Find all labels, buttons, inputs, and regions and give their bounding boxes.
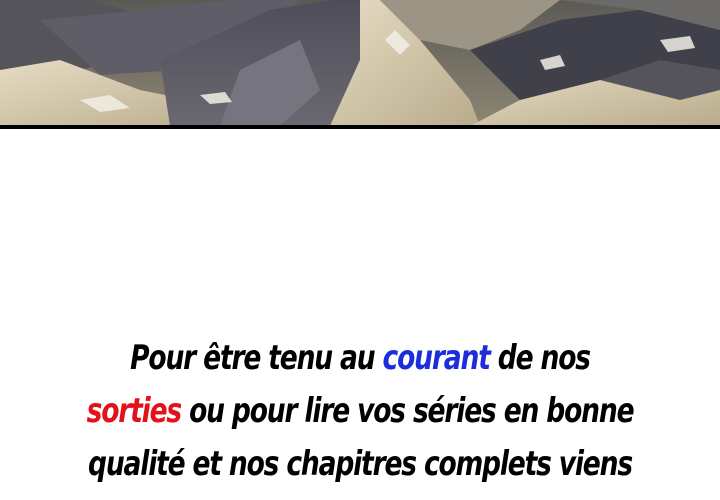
- promo-line-3: qualité et nos chapitres complets viens: [88, 444, 633, 484]
- manga-panel-illustration: [0, 0, 720, 126]
- promo-line-1: Pour être tenu au courant de nos: [79, 332, 641, 385]
- promo-line-2: sorties ou pour lire vos séries en bonne: [79, 385, 641, 438]
- highlight-sorties: sorties: [86, 391, 183, 431]
- promo-text-block: Pour être tenu au courant de nos sorties…: [0, 332, 720, 491]
- highlight-courant: courant: [382, 338, 491, 378]
- promo-line-1-start: Pour être tenu au: [130, 338, 376, 378]
- promo-line-2-end: ou pour lire vos séries en bonne: [189, 391, 634, 431]
- mountain-landscape-icon: [0, 0, 720, 126]
- panel-border: [0, 125, 720, 129]
- promo-line-1-end: de nos: [497, 338, 591, 378]
